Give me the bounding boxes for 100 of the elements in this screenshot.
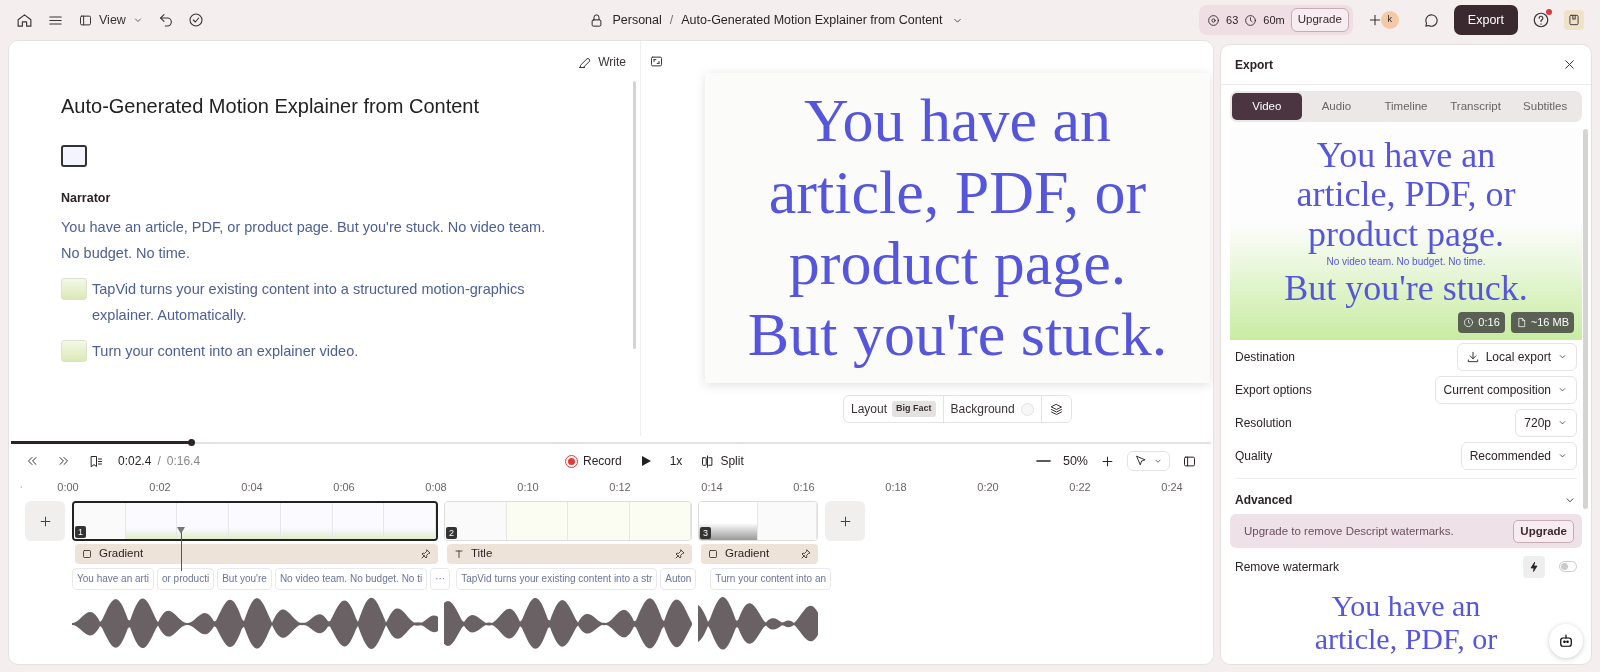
- caption-chip[interactable]: TapVid turns your existing content into a str: [456, 568, 658, 590]
- avatar[interactable]: k: [1380, 11, 1399, 29]
- ruler-label: 0:20: [974, 480, 1002, 493]
- export-tab[interactable]: Transcript: [1440, 93, 1511, 121]
- comments-button[interactable]: [1422, 11, 1440, 29]
- slide-text: But you're stuck.: [1284, 268, 1528, 309]
- export-tab[interactable]: Audio: [1301, 93, 1372, 121]
- transcript-paragraph: TapVid turns your existing content into a structured motion-graphics explainer. Automatically.: [92, 279, 526, 325]
- clock-icon: [1244, 13, 1258, 27]
- scene-clip[interactable]: 1: [72, 501, 438, 541]
- workspace-link[interactable]: Personal: [612, 10, 662, 30]
- layer-bar[interactable]: Title: [447, 544, 692, 564]
- ruler-label: 0:22: [1066, 480, 1094, 493]
- notes-button[interactable]: [1564, 10, 1584, 30]
- caption-chip[interactable]: or producti: [156, 568, 215, 590]
- plus-icon: [1100, 453, 1115, 469]
- undo-icon: [157, 12, 174, 28]
- duration-badge: 0:16: [1458, 312, 1505, 333]
- text-icon: [453, 548, 465, 560]
- export-button[interactable]: Export: [1453, 4, 1518, 36]
- ruler-label: 0:14: [698, 480, 726, 493]
- pointer-tool-menu[interactable]: [1127, 451, 1170, 471]
- panel-title: Export: [1235, 56, 1273, 74]
- scene-clip[interactable]: 3: [698, 501, 818, 541]
- export-tab[interactable]: Timeline: [1371, 93, 1441, 121]
- banner-text: Upgrade to remove Descript watermarks.: [1244, 523, 1454, 539]
- scene-number: 2: [446, 527, 457, 539]
- pin-icon: [800, 548, 812, 560]
- check-button[interactable]: [187, 12, 204, 28]
- write-button[interactable]: Write: [577, 53, 626, 71]
- home-icon: [16, 11, 33, 29]
- caption-chip[interactable]: Turn your content into an: [710, 568, 831, 590]
- layout-button[interactable]: Layout Big Fact: [844, 396, 944, 422]
- robot-icon: [1557, 632, 1575, 650]
- scene-thumbnail[interactable]: [61, 145, 87, 167]
- current-time: 0:02.4: [118, 453, 152, 470]
- caption-chip[interactable]: ···: [430, 568, 451, 590]
- layer-bar[interactable]: Gradient: [75, 544, 438, 564]
- close-button[interactable]: [1562, 57, 1577, 72]
- layers-icon: [1048, 401, 1064, 417]
- marker-list-icon: [89, 453, 104, 469]
- caption-chip[interactable]: Auton: [660, 568, 697, 590]
- setting-label: Resolution: [1235, 414, 1292, 432]
- scrollbar[interactable]: [633, 81, 636, 349]
- minus-icon: [1035, 460, 1051, 462]
- pin-icon: [674, 548, 686, 560]
- split-button[interactable]: Split: [696, 450, 748, 472]
- home-button[interactable]: [16, 11, 33, 29]
- upgrade-button[interactable]: Upgrade: [1290, 8, 1349, 32]
- pointer-icon: [1134, 454, 1148, 468]
- scrollbar[interactable]: [1583, 129, 1588, 509]
- slide-text: But you're stuck.: [747, 299, 1168, 371]
- speed-button[interactable]: 1x: [665, 450, 687, 472]
- setting-dropdown[interactable]: Recommended: [1460, 441, 1577, 470]
- square-icon: [81, 548, 93, 560]
- export-tab[interactable]: Subtitles: [1510, 93, 1580, 121]
- ruler-label: 0:04: [238, 480, 266, 493]
- slide-text: article, PDF, or: [768, 156, 1147, 228]
- caption-chip[interactable]: No video team. No budget. No ti: [274, 568, 428, 590]
- record-button[interactable]: Record: [561, 450, 626, 472]
- export-tab[interactable]: Video: [1232, 93, 1302, 121]
- layer-label: Gradient: [99, 546, 144, 562]
- watermark-toggle[interactable]: [1559, 561, 1577, 573]
- double-chevron-left-icon: [25, 454, 39, 468]
- slide-text: article, PDF, or: [1314, 622, 1498, 656]
- pin-icon: [420, 548, 432, 560]
- assistant-button[interactable]: [1549, 624, 1583, 658]
- progress-handle[interactable]: [188, 439, 195, 446]
- zoom-level: 50%: [1062, 452, 1088, 470]
- setting-dropdown[interactable]: Local export: [1456, 342, 1577, 371]
- view-menu[interactable]: View: [78, 10, 144, 30]
- transcript-paragraph: Turn your content into an explainer video.: [92, 341, 360, 361]
- setting-dropdown[interactable]: 720p: [1515, 408, 1577, 437]
- scene-clip[interactable]: 2: [444, 501, 692, 541]
- ruler-label: 0:18: [882, 480, 910, 493]
- ruler-label: 0:08: [422, 480, 450, 493]
- caption-chip[interactable]: But you're: [217, 568, 272, 590]
- upgrade-button[interactable]: Upgrade: [1513, 519, 1574, 543]
- minutes-count: 60m: [1263, 12, 1285, 28]
- ruler-label: 0:16: [790, 480, 818, 493]
- help-button[interactable]: [1532, 11, 1550, 29]
- square-icon: [707, 548, 719, 560]
- color-swatch: [1020, 402, 1034, 416]
- speaker-name: Narrator: [61, 190, 112, 207]
- breadcrumb-separator: /: [669, 11, 674, 29]
- caption-chip[interactable]: You have an arti: [72, 568, 154, 590]
- plus-icon: [837, 513, 853, 529]
- close-icon: [1562, 57, 1577, 72]
- slide-text: You have an: [1316, 135, 1496, 176]
- background-button[interactable]: Background: [943, 396, 1042, 422]
- layer-label: Title: [471, 546, 493, 562]
- caption-overlay: No video team. No budget. No time.: [1326, 254, 1486, 269]
- layer-bar[interactable]: Gradient: [701, 544, 818, 564]
- play-icon: [639, 455, 652, 467]
- clock-icon: [1463, 316, 1475, 328]
- slide-text: You have an: [803, 85, 1112, 157]
- undo-button[interactable]: [157, 12, 174, 28]
- scene-number: 1: [75, 526, 86, 538]
- frame-button[interactable]: [649, 54, 664, 69]
- setting-dropdown[interactable]: Current composition: [1434, 375, 1577, 404]
